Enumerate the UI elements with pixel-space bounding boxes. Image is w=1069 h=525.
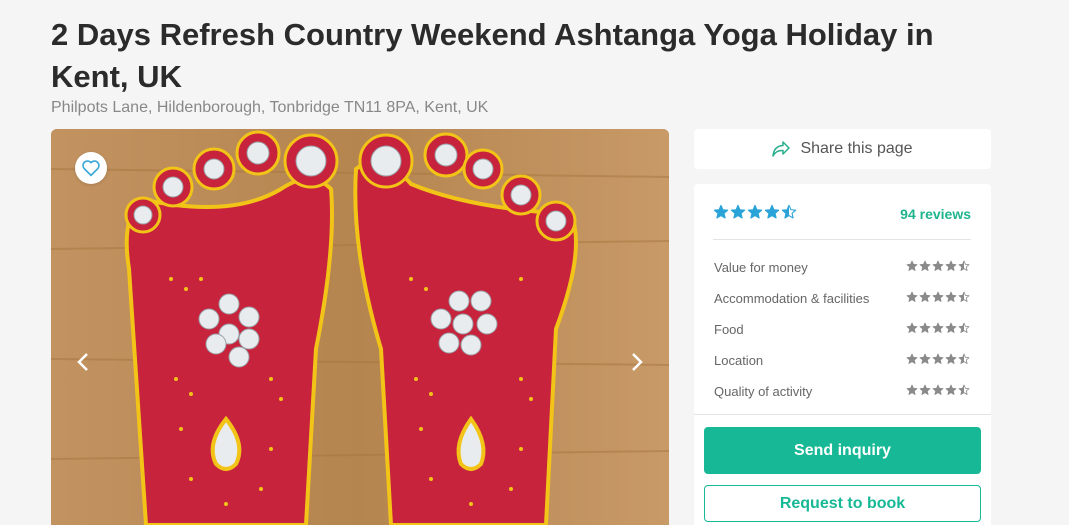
rating-row: Quality of activity: [713, 382, 971, 402]
star-icon: [945, 291, 957, 302]
rating-category-label: Value for money: [714, 260, 808, 275]
rating-row: Value for money: [713, 258, 971, 278]
gallery-photo: [51, 129, 669, 525]
half-star-icon: [958, 291, 970, 302]
photo-gallery[interactable]: [51, 129, 669, 525]
star-icon: [945, 322, 957, 333]
star-icon: [932, 384, 944, 395]
booking-actions: Send inquiry Request to book: [694, 414, 991, 525]
star-icon: [932, 322, 944, 333]
rating-stars: [906, 322, 971, 334]
star-icon: [730, 204, 746, 219]
star-icon: [764, 204, 780, 219]
overall-rating: 94 reviews: [713, 202, 971, 240]
rating-stars: [906, 353, 971, 365]
star-icon: [945, 260, 957, 271]
rating-row: Food: [713, 320, 971, 340]
star-icon: [919, 353, 931, 364]
star-icon: [932, 291, 944, 302]
star-icon: [919, 322, 931, 333]
reviews-count-link[interactable]: 94 reviews: [900, 206, 971, 222]
send-inquiry-button[interactable]: Send inquiry: [704, 427, 981, 474]
star-icon: [906, 260, 918, 271]
overall-rating-stars: [713, 204, 798, 220]
half-star-icon: [958, 353, 970, 364]
rating-category-label: Quality of activity: [714, 384, 813, 399]
listing-address: Philpots Lane, Hildenborough, Tonbridge …: [51, 99, 489, 116]
star-icon: [932, 260, 944, 271]
star-icon: [932, 353, 944, 364]
star-icon: [906, 322, 918, 333]
request-to-book-button[interactable]: Request to book: [704, 485, 981, 522]
star-icon: [906, 291, 918, 302]
star-icon: [919, 291, 931, 302]
star-icon: [906, 353, 918, 364]
half-star-icon: [958, 260, 970, 271]
star-icon: [906, 384, 918, 395]
reviews-panel: 94 reviews Value for money Accommodation…: [694, 184, 991, 415]
chevron-left-icon: [77, 353, 88, 371]
star-icon: [945, 384, 957, 395]
rating-category-label: Location: [714, 353, 764, 368]
share-label: Share this page: [800, 140, 913, 157]
rating-stars: [906, 291, 971, 303]
rating-stars: [906, 384, 971, 396]
star-icon: [945, 353, 957, 364]
gallery-next-button[interactable]: [625, 347, 649, 377]
star-icon: [747, 204, 763, 219]
rating-category-label: Accommodation & facilities: [714, 291, 870, 306]
half-star-icon: [958, 384, 970, 395]
half-star-icon: [958, 322, 970, 333]
half-star-icon: [781, 204, 797, 219]
star-icon: [919, 260, 931, 271]
share-page-button[interactable]: Share this page: [694, 129, 991, 169]
heart-outline-icon: [82, 160, 100, 177]
rating-category-label: Food: [714, 322, 744, 337]
rating-stars: [906, 260, 971, 272]
chevron-right-icon: [632, 353, 643, 371]
rating-row: Accommodation & facilities: [713, 289, 971, 309]
star-icon: [713, 204, 729, 219]
rating-row: Location: [713, 351, 971, 371]
favorite-button[interactable]: [75, 152, 107, 184]
page-title: 2 Days Refresh Country Weekend Ashtanga …: [51, 17, 934, 94]
gallery-prev-button[interactable]: [71, 347, 95, 377]
share-arrow-icon: [772, 141, 791, 157]
star-icon: [919, 384, 931, 395]
